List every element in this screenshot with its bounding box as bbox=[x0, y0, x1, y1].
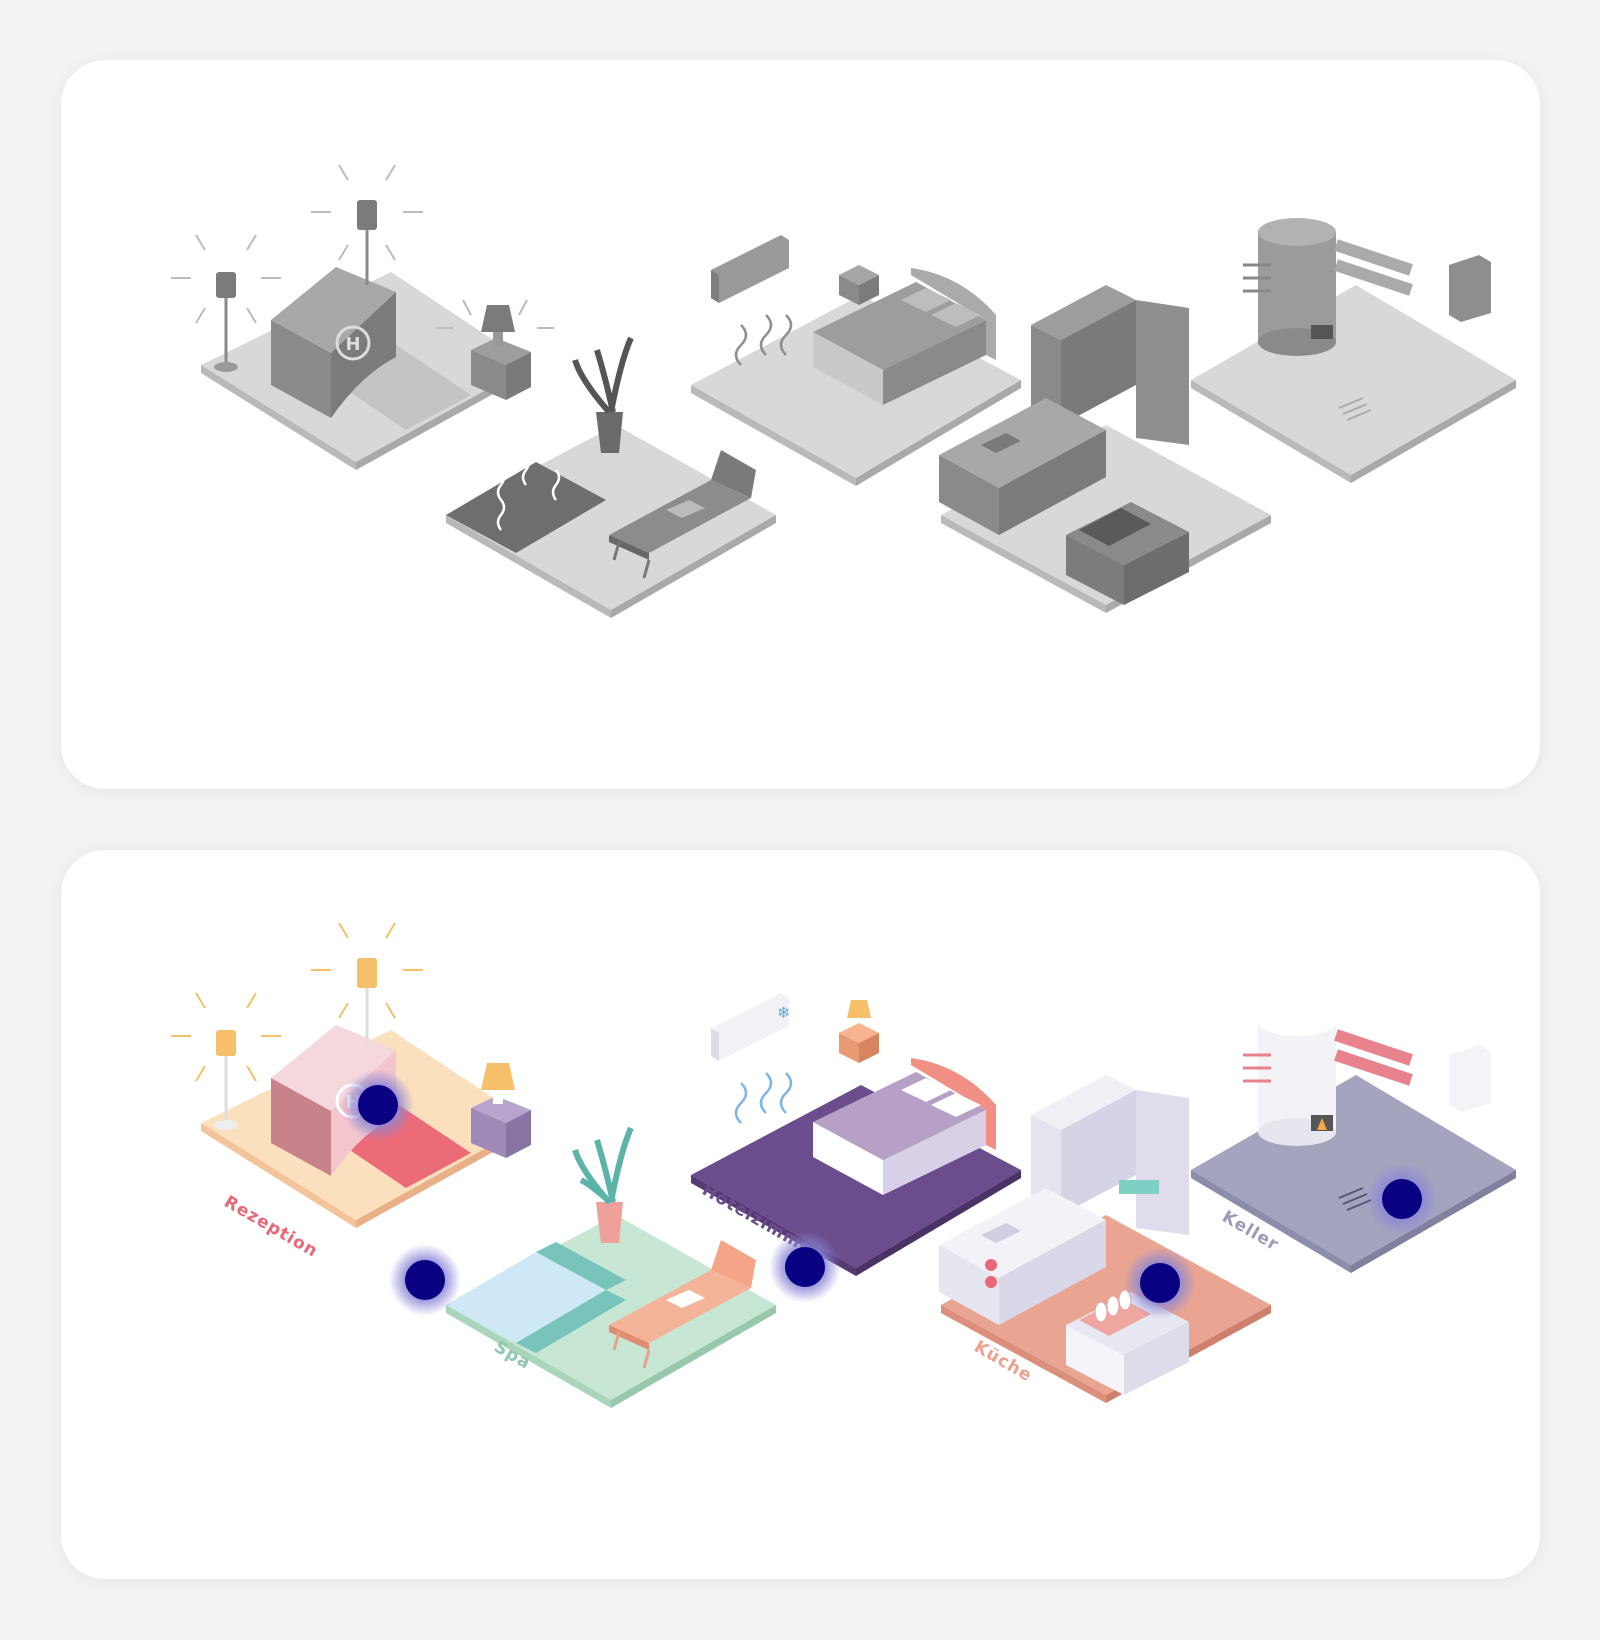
color-illustration-card: H Rezeption bbox=[61, 850, 1540, 1579]
hotspot-rezeption[interactable] bbox=[342, 1069, 414, 1141]
label-rezeption: Rezeption bbox=[221, 1192, 322, 1262]
hotspot-keller[interactable] bbox=[1366, 1163, 1438, 1235]
hotspot-spa[interactable] bbox=[389, 1244, 461, 1316]
keller-room: Keller bbox=[1191, 1008, 1516, 1273]
gray-keller-room bbox=[1191, 218, 1516, 483]
grayscale-illustration-card: H bbox=[61, 60, 1540, 789]
snowflake-icon: ❄ bbox=[777, 1003, 790, 1022]
gray-rezeption-room: H bbox=[171, 164, 554, 470]
gray-logo-letter: H bbox=[345, 334, 360, 355]
color-scene: H Rezeption bbox=[171, 922, 1516, 1408]
hotspot-kueche[interactable] bbox=[1124, 1247, 1196, 1319]
hotspot-hotelzimmer[interactable] bbox=[769, 1231, 841, 1303]
grayscale-scene: H bbox=[171, 164, 1516, 618]
